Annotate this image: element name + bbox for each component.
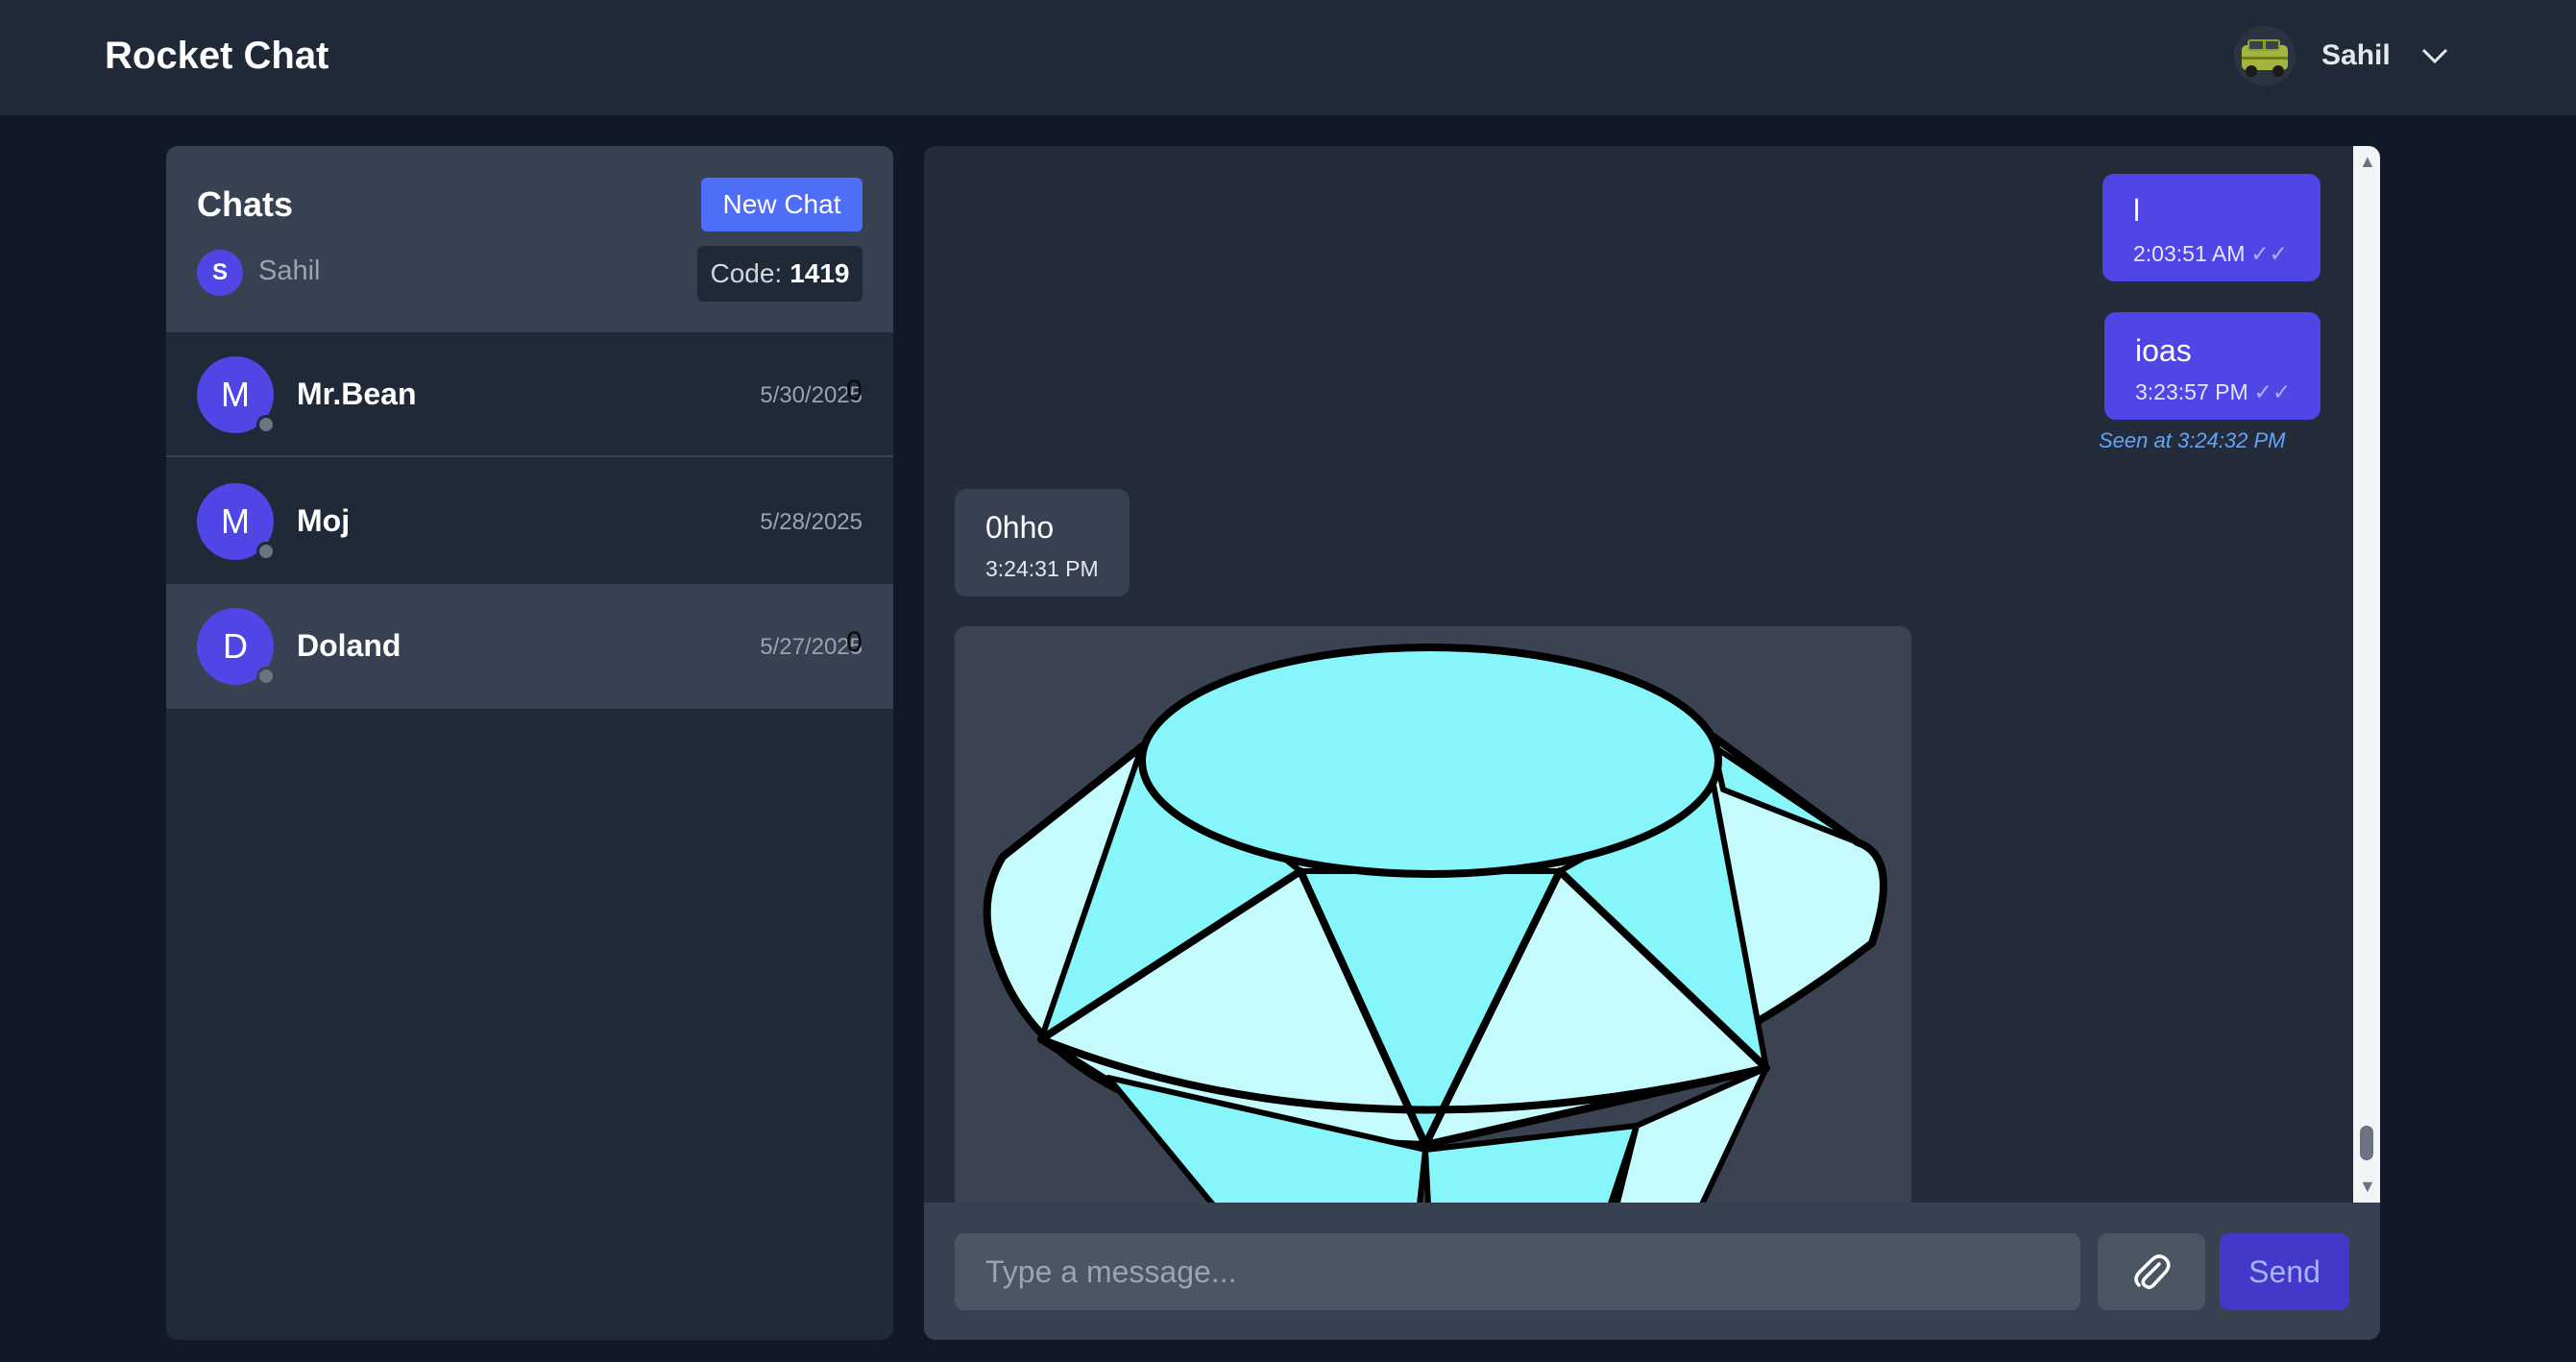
last-message-date: 5/28/2025 [760,509,863,535]
unread-count: 0 [846,626,863,658]
send-button[interactable]: Send [2220,1233,2349,1310]
outgoing-message: l 2:03:51 AM ✓✓ [2102,174,2321,281]
seen-receipt: Seen at 3:24:32 PM [2099,428,2286,452]
new-chat-button[interactable]: New Chat [701,178,863,231]
attach-button[interactable] [2098,1233,2205,1310]
app-title: Rocket Chat [105,35,329,77]
outgoing-message: ioas 3:23:57 PM ✓✓ [2104,312,2321,420]
message-time: 3:23:57 PM [2135,379,2248,404]
read-ticks-icon: ✓✓ [2253,379,2292,404]
message-timestamp: 2:03:51 AM ✓✓ [2133,241,2288,267]
top-bar: Rocket Chat Sahil [0,0,2576,115]
scroll-up-arrow-icon[interactable]: ▲ [2359,153,2376,170]
my-name: Sahil [258,255,321,286]
contact-name: Doland [297,628,401,663]
message-time: 2:03:51 AM [2133,241,2246,266]
car-avatar-icon[interactable] [2234,26,2296,85]
read-ticks-icon: ✓✓ [2250,241,2288,266]
message-text: ioas [2135,333,2192,368]
sidebar-title: Chats [197,184,294,224]
contact-name: Moj [297,503,351,538]
user-menu[interactable]: Sahil [2234,26,2450,85]
paperclip-icon[interactable] [2130,1251,2173,1293]
offline-status-dot [256,542,276,561]
diamond-image[interactable] [955,626,1911,1203]
message-scrollbar[interactable]: ▲ ▼ [2353,146,2380,1203]
chevron-down-icon[interactable] [2419,40,2450,71]
scroll-down-arrow-icon[interactable]: ▼ [2359,1178,2376,1195]
offline-status-dot [256,667,276,686]
incoming-image-message[interactable] [955,626,1911,1203]
unread-count: 0 [846,375,863,406]
chat-list-item-active[interactable]: D Doland 5/27/2025 0 [166,584,893,709]
message-time: 3:24:31 PM [985,556,1099,581]
message-timestamp: 3:23:57 PM ✓✓ [2135,379,2291,405]
my-avatar: S [197,250,243,296]
chat-list-item[interactable]: M Moj 5/28/2025 [166,459,893,584]
code-label: Code: [710,258,783,288]
chat-list-item[interactable]: M Mr.Bean 5/30/2025 0 [166,332,893,457]
offline-status-dot [256,415,276,434]
message-text: l [2133,193,2141,228]
chat-sidebar: Chats New Chat S Sahil Code: 1419 M Mr.B… [166,146,893,1340]
incoming-message: 0hho 3:24:31 PM [955,489,1130,596]
sidebar-header: Chats New Chat S Sahil Code: 1419 [166,146,893,332]
code-value: 1419 [790,258,850,288]
chat-panel: l 2:03:51 AM ✓✓ ioas 3:23:57 PM ✓✓ Seen at… [924,146,2380,1340]
user-code-badge: Code: 1419 [697,246,863,302]
user-name[interactable]: Sahil [2321,39,2391,72]
message-list[interactable]: l 2:03:51 AM ✓✓ ioas 3:23:57 PM ✓✓ Seen at… [924,146,2353,1203]
contact-name: Mr.Bean [297,377,417,411]
message-composer: Send [924,1203,2380,1340]
message-input[interactable] [955,1233,2080,1310]
scrollbar-thumb[interactable] [2360,1126,2373,1160]
message-text: 0hho [985,510,1055,545]
